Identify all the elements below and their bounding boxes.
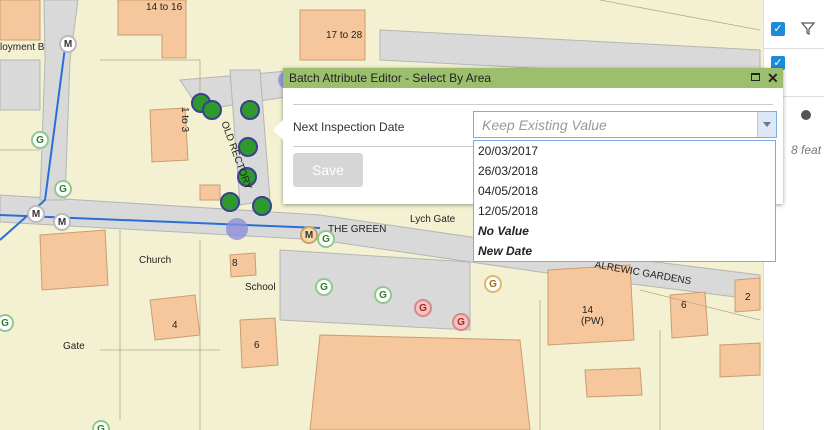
building-4 [149, 294, 201, 341]
chevron-down-icon [763, 122, 771, 127]
feature-count: 8 feat [791, 143, 822, 157]
meter-marker-orange[interactable]: M [300, 226, 318, 244]
map-label: 4 [172, 320, 178, 331]
date-options-list[interactable]: 20/03/2017 26/03/2018 04/05/2018 12/05/2… [473, 140, 776, 262]
close-icon[interactable]: ✕ [767, 68, 779, 88]
map-label: Gate [63, 341, 85, 352]
meter-marker[interactable]: M [27, 205, 45, 223]
gas-marker-red[interactable]: G [414, 299, 432, 317]
save-button[interactable]: Save [293, 153, 363, 187]
gas-marker[interactable]: G [315, 278, 333, 296]
map-label: Lych Gate [410, 214, 456, 225]
option-date[interactable]: 04/05/2018 [478, 184, 538, 198]
selected-point [220, 192, 240, 212]
next-inspection-date-label: Next Inspection Date [293, 120, 405, 134]
map-label: THE GREEN [328, 224, 387, 235]
next-inspection-date-combo[interactable] [473, 111, 777, 138]
vertex-handle [226, 218, 248, 240]
option-date[interactable]: 26/03/2018 [478, 164, 538, 178]
meter-marker[interactable]: M [59, 35, 77, 53]
symbol-dot-icon [801, 110, 811, 120]
gas-marker[interactable]: G [54, 180, 72, 198]
selected-point [240, 100, 260, 120]
divider [293, 146, 473, 147]
map-label: 17 to 28 [326, 30, 363, 41]
gas-marker[interactable]: G [31, 131, 49, 149]
combo-dropdown-button[interactable] [757, 112, 776, 137]
building-church [39, 229, 109, 291]
selected-point [252, 196, 272, 216]
selected-point [238, 137, 258, 157]
map-label: 1 to 3 [179, 106, 191, 133]
building-small [199, 184, 221, 201]
option-date[interactable]: 20/03/2017 [478, 144, 538, 158]
dialog-pointer [273, 120, 283, 140]
map-label: loyment B [0, 42, 45, 53]
gas-marker-red[interactable]: G [452, 313, 470, 331]
next-inspection-date-input[interactable] [474, 112, 762, 137]
maximize-icon[interactable] [751, 73, 760, 81]
gas-marker-orange[interactable]: G [484, 275, 502, 293]
divider [293, 104, 773, 105]
map-label: 14 to 16 [146, 2, 183, 13]
filter-icon[interactable] [801, 21, 815, 35]
map-label: 6 [681, 300, 687, 311]
map-label: School [245, 282, 276, 293]
building-e [719, 342, 761, 378]
map-label: 14 [582, 305, 594, 316]
meter-marker[interactable]: M [53, 213, 71, 231]
layer-checkbox[interactable]: ✓ [771, 22, 785, 36]
map-label: 2 [745, 292, 751, 303]
selected-point [202, 100, 222, 120]
option-new-date[interactable]: New Date [478, 244, 532, 258]
building-employment [0, 0, 41, 41]
gas-marker[interactable]: G [374, 286, 392, 304]
map-label: (PW) [581, 316, 604, 327]
road-corner [0, 59, 41, 111]
map-label: 8 [232, 258, 238, 269]
option-no-value[interactable]: No Value [478, 224, 529, 238]
gas-marker[interactable]: G [317, 230, 335, 248]
map-label: Church [139, 255, 172, 266]
building-se [584, 367, 643, 398]
option-date[interactable]: 12/05/2018 [478, 204, 538, 218]
dialog-header[interactable]: Batch Attribute Editor - Select By Area … [283, 68, 783, 88]
dialog-title: Batch Attribute Editor - Select By Area [289, 71, 492, 85]
building-school-main [309, 334, 531, 430]
map-label: 6 [254, 340, 260, 351]
